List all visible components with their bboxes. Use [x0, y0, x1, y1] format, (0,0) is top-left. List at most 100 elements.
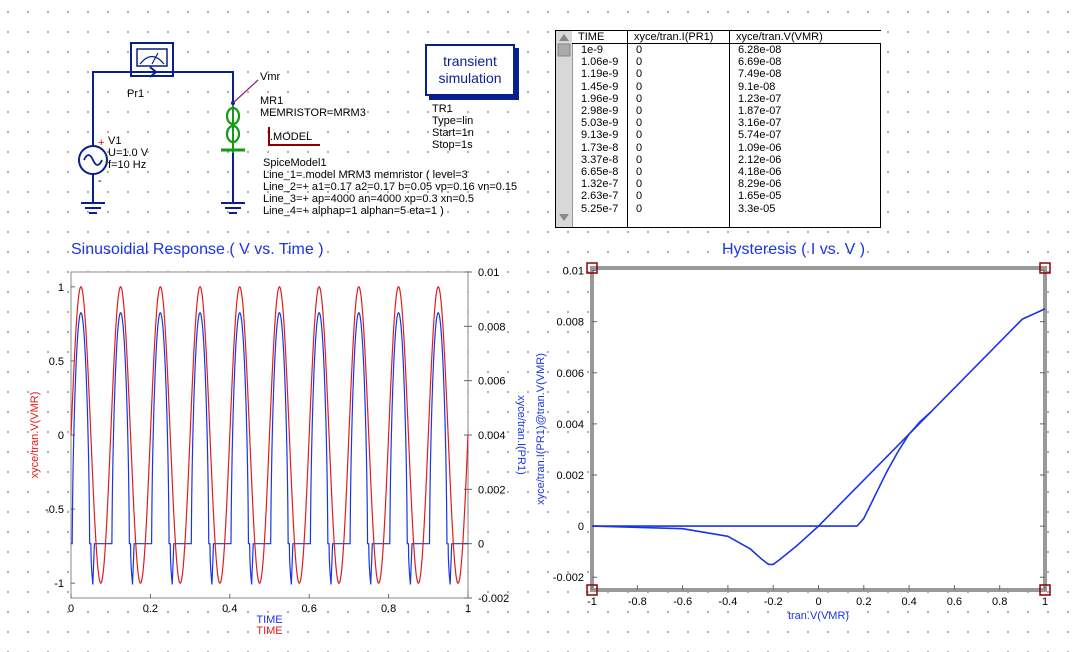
table-cell[interactable]: 5.03e-9 — [572, 117, 627, 129]
transient-param-type: Type=lin — [432, 115, 474, 127]
table-cells-current: 00000000000000 — [628, 44, 730, 215]
table-column-time: TIME 1e-9 1.06e-9 1.19e-9 1.45e-9 1.96e-9 2.9… — [572, 31, 627, 227]
x-axis-label: tran.V(VMR) — [788, 610, 849, 622]
table-cell[interactable]: 5.74e-07 — [730, 129, 881, 141]
y-tick-label: 0.01 — [563, 266, 584, 278]
table-cell[interactable]: 0 — [628, 129, 730, 141]
x-tick-label: 0.6 — [302, 603, 317, 615]
y-tick-label: 0 — [578, 521, 584, 533]
table-cell[interactable]: 1.06e-9 — [572, 56, 627, 68]
spice-model-line-1: Line_1=.model MRM3 memristor ( level=3 — [263, 169, 468, 181]
spice-model-name[interactable]: SpiceModel1 — [263, 157, 327, 170]
probe-pr1[interactable] — [130, 42, 181, 78]
sine-response-chart[interactable]: 1 0.5 0 -0.5 -1 0.01 0.008 0.006 0.004 0.002 0 -0.0… — [0, 255, 535, 652]
table-cell[interactable]: 1.32e-7 — [572, 178, 627, 190]
voltage-source-v1[interactable]: + - — [78, 137, 108, 187]
x-tick-label: -1 — [587, 596, 597, 608]
y-tick-label-right: 0.002 — [478, 484, 506, 496]
table-cell[interactable]: 3.16e-07 — [730, 117, 881, 129]
table-cell[interactable]: 6.28e-08 — [730, 44, 881, 56]
hysteresis-chart[interactable]: 0.01 0.008 0.006 0.004 0.002 0 -0.002-1 -0.8 -0.… — [535, 255, 1075, 652]
table-cell[interactable]: 1.96e-9 — [572, 93, 627, 105]
x-tick-label: 1 — [1042, 596, 1048, 608]
table-cell[interactable]: 0 — [628, 93, 730, 105]
table-cell[interactable]: 1e-9 — [572, 44, 627, 56]
table-cells-voltage: 6.28e-08 6.69e-08 7.49e-08 9.1e-08 1.23e-07 1… — [730, 44, 881, 215]
table-cell[interactable]: 1.19e-9 — [572, 68, 627, 80]
table-cell[interactable]: 1.65e-05 — [730, 190, 881, 202]
memristor-param: MEMRISTOR=MRM3 — [260, 107, 366, 119]
spice-model-line-4: Line_4=+ alphap=1 alphan=5 eta=1 ) — [263, 205, 444, 217]
y-tick-label: 0.006 — [556, 368, 584, 380]
table-cell[interactable]: 0 — [628, 142, 730, 154]
scroll-thumb — [557, 43, 571, 57]
x-tick-label: 0.8 — [381, 603, 396, 615]
table-cell[interactable]: 0 — [628, 190, 730, 202]
x-tick-label: -0.8 — [628, 596, 647, 608]
table-cell[interactable]: 9.1e-08 — [730, 81, 881, 93]
results-table[interactable]: TIME 1e-9 1.06e-9 1.19e-9 1.45e-9 1.96e-9 2.9… — [555, 30, 881, 228]
table-cell[interactable]: 5.25e-7 — [572, 203, 627, 215]
x-tick-label: 0.6 — [947, 596, 962, 608]
source-frequency: f=10 Hz — [108, 159, 147, 171]
table-cell[interactable]: 3.3e-05 — [730, 203, 881, 215]
table-cell[interactable]: 0 — [628, 44, 730, 56]
table-header-time[interactable]: TIME — [572, 31, 627, 44]
transient-simulation-block[interactable]: transient simulation — [425, 44, 515, 96]
spice-model-line-2: Line_2=+ a1=0.17 a2=0.17 b=0.05 vp=0.16 … — [263, 181, 518, 193]
table-cells-time: 1e-9 1.06e-9 1.19e-9 1.45e-9 1.96e-9 2.98e-9 5… — [572, 44, 627, 215]
table-cell[interactable]: 2.63e-7 — [572, 190, 627, 202]
table-cell[interactable]: 2.98e-9 — [572, 105, 627, 117]
table-cell[interactable]: 0 — [628, 81, 730, 93]
y-tick-label: -0.002 — [553, 572, 584, 584]
source-voltage: U=1.0 V — [108, 147, 149, 159]
table-header-current[interactable]: xyce/tran.I(PR1) — [628, 31, 730, 44]
ground-1 — [81, 202, 105, 214]
table-cell[interactable]: 0 — [628, 117, 730, 129]
table-cell[interactable]: 0 — [628, 203, 730, 215]
table-header-voltage[interactable]: xyce/tran.V(VMR) — [730, 31, 881, 44]
x-tick-label: 0 — [815, 596, 821, 608]
sim-box-line-2: simulation — [438, 70, 502, 86]
table-cell[interactable]: 4.18e-06 — [730, 166, 881, 178]
table-cell[interactable]: 1.87e-07 — [730, 105, 881, 117]
x-tick-label: 0.2 — [143, 603, 158, 615]
node-label-vmr[interactable]: Vmr — [260, 71, 280, 84]
table-cell[interactable]: 0 — [628, 105, 730, 117]
table-cell[interactable]: 6.65e-8 — [572, 166, 627, 178]
table-cell[interactable]: 3.37e-8 — [572, 154, 627, 166]
y-tick-label-left: 0.5 — [49, 356, 64, 368]
table-cell[interactable]: 0 — [628, 166, 730, 178]
transient-name: TR1 — [432, 103, 453, 115]
x-tick-label: 0.8 — [992, 596, 1007, 608]
table-cell[interactable]: 1.45e-9 — [572, 81, 627, 93]
table-cell[interactable]: 0 — [628, 178, 730, 190]
y-tick-label-right: 0.008 — [478, 321, 506, 333]
ground-2 — [221, 202, 245, 214]
memristor-mr1[interactable] — [221, 101, 245, 153]
table-cell[interactable]: 9.13e-9 — [572, 129, 627, 141]
transient-param-start: Start=1n — [432, 127, 474, 139]
sim-box-line-1: transient — [443, 53, 497, 69]
table-cell[interactable]: 0 — [628, 56, 730, 68]
table-cell[interactable]: 0 — [628, 68, 730, 80]
table-cell[interactable]: 1.09e-06 — [730, 142, 881, 154]
table-cell[interactable]: 1.73e-8 — [572, 142, 627, 154]
model-keyword[interactable]: .MODEL — [267, 127, 321, 146]
y-tick-label-left: 1 — [58, 282, 64, 294]
table-cell[interactable]: 0 — [628, 154, 730, 166]
y-tick-label-right: -0.002 — [478, 593, 509, 605]
table-cell[interactable]: 1.23e-07 — [730, 93, 881, 105]
y-tick-label: 0.004 — [556, 419, 584, 431]
y-tick-label-left: 0 — [58, 430, 64, 442]
table-cell[interactable]: 7.49e-08 — [730, 68, 881, 80]
y-axis-label: xyce/tran.I(PR1)@tran.V(VMR) — [535, 353, 547, 505]
x-axis-label-red: TIME — [256, 625, 282, 637]
table-scrollbar[interactable] — [556, 31, 573, 227]
table-cell[interactable]: 2.12e-06 — [730, 154, 881, 166]
table-cell[interactable]: 6.69e-08 — [730, 56, 881, 68]
table-cell[interactable]: 8.29e-06 — [730, 178, 881, 190]
y-axis-label-left: xyce/tran.V(VMR) — [29, 392, 41, 479]
x-tick-label: 0 — [68, 603, 74, 615]
x-tick-label: 0.2 — [856, 596, 871, 608]
